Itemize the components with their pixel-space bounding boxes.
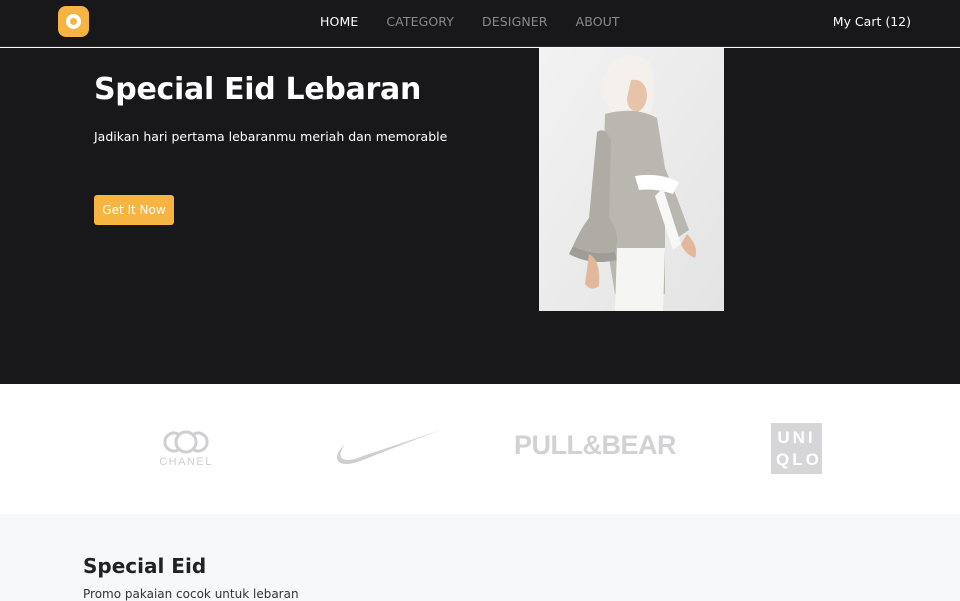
- section-subtitle: Promo pakaian cocok untuk lebaran: [83, 587, 299, 601]
- nav-links: HOME CATEGORY DESIGNER ABOUT: [320, 14, 648, 29]
- special-eid-section: Special Eid Promo pakaian cocok untuk le…: [0, 514, 960, 601]
- uniqlo-logo: UNI QLO: [771, 423, 822, 474]
- section-title: Special Eid: [83, 554, 207, 578]
- hero-subtitle: Jadikan hari pertama lebaranmu meriah da…: [94, 129, 448, 144]
- top-navbar: HOME CATEGORY DESIGNER ABOUT My Cart (12…: [0, 0, 960, 47]
- chanel-wordmark: CHANEL: [159, 456, 213, 468]
- nav-link-about[interactable]: ABOUT: [576, 14, 620, 29]
- hero-banner: Special Eid Lebaran Jadikan hari pertama…: [0, 48, 960, 384]
- nav-link-category[interactable]: CATEGORY: [386, 14, 454, 29]
- logo-icon[interactable]: [58, 6, 89, 37]
- brand-logos-strip: CHANEL PULL&BEAR UNI QLO: [0, 384, 960, 514]
- nav-link-designer[interactable]: DESIGNER: [482, 14, 548, 29]
- uniqlo-line-2: QLO: [776, 450, 822, 469]
- get-it-now-button[interactable]: Get It Now: [94, 195, 174, 225]
- nav-link-home[interactable]: HOME: [320, 14, 358, 29]
- hero-product-image: [539, 48, 724, 311]
- cart-link[interactable]: My Cart (12): [833, 14, 911, 29]
- pull-and-bear-logo: PULL&BEAR: [514, 430, 677, 460]
- nike-logo: [333, 426, 443, 472]
- chanel-logo: CHANEL: [156, 428, 216, 470]
- hero-title: Special Eid Lebaran: [94, 72, 422, 107]
- uniqlo-line-1: UNI: [777, 428, 816, 447]
